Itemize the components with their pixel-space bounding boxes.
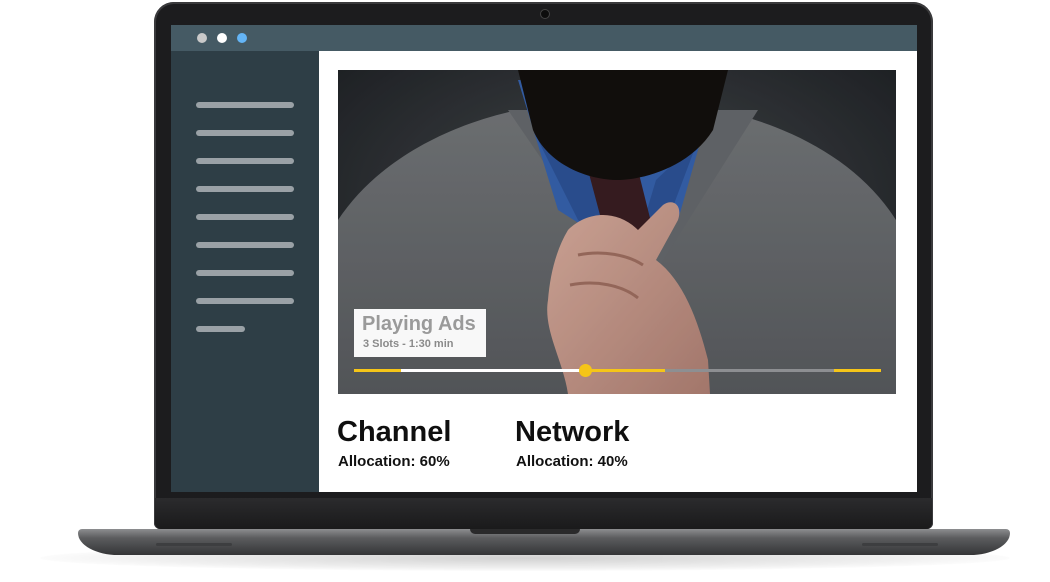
ad-status-card: Playing Ads 3 Slots - 1:30 min	[354, 309, 486, 357]
window-close-button[interactable]	[197, 33, 207, 43]
allocation-value: Allocation: 40%	[516, 453, 628, 470]
allocation-name: Channel	[337, 416, 452, 448]
webcam	[540, 9, 550, 19]
window-minimize-button[interactable]	[217, 33, 227, 43]
video-player[interactable]: Playing Ads 3 Slots - 1:30 min	[338, 70, 896, 394]
ad-status-subtitle: 3 Slots - 1:30 min	[363, 338, 454, 350]
sidebar-item-7[interactable]	[196, 270, 294, 276]
sidebar-item-2[interactable]	[196, 130, 294, 136]
allocation-network: Network Allocation: 40%	[515, 415, 629, 470]
title-bar	[171, 25, 917, 51]
laptop-hinge-notch	[470, 529, 580, 534]
sidebar-item-1[interactable]	[196, 102, 294, 108]
ad-slot-marker	[354, 369, 402, 372]
app-window: Playing Ads 3 Slots - 1:30 min Channel A…	[171, 25, 917, 492]
sidebar-item-5[interactable]	[196, 214, 294, 220]
sidebar	[171, 51, 319, 492]
sidebar-item-9[interactable]	[196, 326, 245, 332]
laptop-foot-right	[862, 543, 938, 546]
sidebar-item-3[interactable]	[196, 158, 294, 164]
sidebar-item-6[interactable]	[196, 242, 294, 248]
allocation-name: Network	[515, 416, 630, 448]
sidebar-item-8[interactable]	[196, 298, 294, 304]
window-zoom-button[interactable]	[237, 33, 247, 43]
allocation-channel: Channel Allocation: 60%	[337, 415, 451, 470]
laptop-chin	[155, 498, 932, 529]
laptop-foot-left	[156, 543, 232, 546]
ad-slot-marker	[833, 369, 881, 372]
allocation-value: Allocation: 60%	[338, 453, 450, 470]
ad-slot-marker	[585, 369, 665, 372]
ad-status-title: Playing Ads	[362, 313, 476, 335]
sidebar-item-4[interactable]	[196, 186, 294, 192]
